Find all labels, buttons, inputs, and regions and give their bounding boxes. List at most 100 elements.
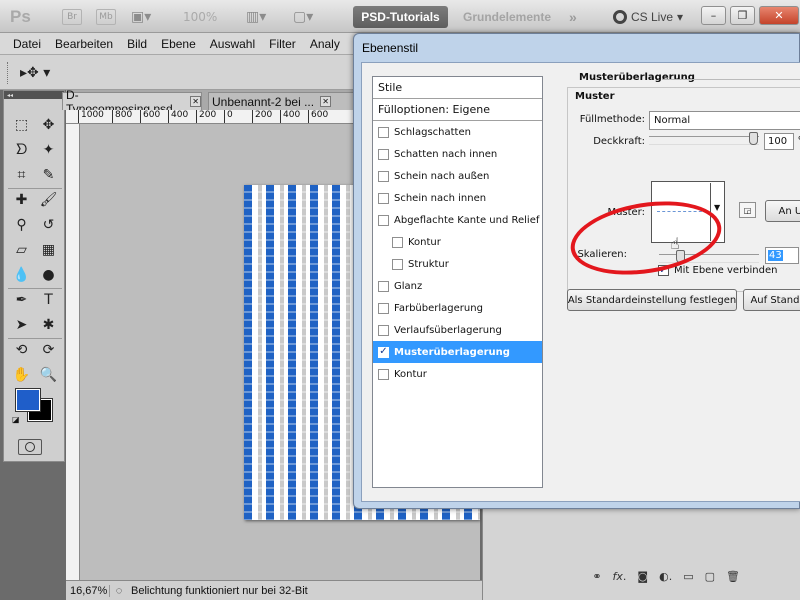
history-brush-tool-icon[interactable]: ↺ (35, 213, 62, 236)
checkbox[interactable] (378, 192, 389, 204)
screen-mode-icon[interactable]: ▢▾ (293, 0, 313, 33)
shape-tool-icon[interactable]: ✱ (35, 313, 62, 336)
minimize-button[interactable]: – (701, 6, 726, 25)
menu-auswahl[interactable]: Auswahl (203, 37, 262, 51)
mini-bridge-button[interactable]: Mb (96, 9, 116, 25)
checkbox[interactable] (378, 148, 389, 160)
adjustment-layer-icon[interactable]: ◐. (659, 570, 672, 583)
chevron-down-icon[interactable]: ▼ (714, 203, 720, 212)
new-preset-button[interactable]: ◲ (739, 202, 756, 218)
blend-mode-select[interactable]: Normal (649, 111, 800, 130)
make-default-button[interactable]: Als Standardeinstellung festlegen (567, 289, 737, 311)
status-message[interactable]: Belichtung funktioniert nur bei 32-Bit (128, 585, 308, 597)
dodge-tool-icon[interactable]: ● (35, 263, 62, 286)
style-item[interactable]: Glanz (373, 275, 542, 297)
checkbox[interactable] (378, 280, 389, 292)
style-item[interactable]: Kontur (373, 231, 542, 253)
checkbox[interactable] (392, 258, 403, 270)
restore-button[interactable]: ❐ (730, 6, 755, 25)
style-item[interactable]: Abgeflachte Kante und Relief (373, 209, 542, 231)
scale-input[interactable]: 43 (765, 247, 799, 264)
stamp-tool-icon[interactable]: ⚲ (8, 213, 35, 236)
cs-live-button[interactable]: CS Live ▾ (613, 0, 683, 33)
eyedropper-tool-icon[interactable]: ✎ (35, 163, 62, 186)
default-colors-icon[interactable]: ◪ (12, 415, 20, 424)
style-item[interactable]: Farbüberlagerung (373, 297, 542, 319)
3d-orbit-tool-icon[interactable]: ⟳ (35, 338, 62, 361)
menu-bild[interactable]: Bild (120, 37, 154, 51)
eraser-tool-icon[interactable]: ▱ (8, 238, 35, 261)
type-tool-icon[interactable]: T (35, 288, 62, 311)
close-button[interactable]: ✕ (759, 6, 799, 25)
quick-mask-button[interactable] (18, 439, 42, 455)
bridge-button[interactable]: Br (62, 9, 82, 25)
checkbox[interactable] (378, 368, 389, 380)
style-item[interactable]: ✓ Musterüberlagerung (373, 341, 542, 363)
link-layers-icon[interactable]: ⚭ (592, 570, 601, 583)
style-item[interactable]: Schein nach innen (373, 187, 542, 209)
style-item[interactable]: Struktur (373, 253, 542, 275)
doc-tab-unbenannt-2[interactable]: Unbenannt-2 bei ... ✕ (208, 92, 358, 110)
reset-to-default-button[interactable]: Auf Standa (743, 289, 800, 311)
checkbox[interactable] (378, 214, 389, 226)
path-select-tool-icon[interactable]: ➤ (8, 313, 35, 336)
lasso-tool-icon[interactable]: ᗤ (8, 138, 35, 161)
status-info-icon[interactable]: ◌ (110, 585, 128, 597)
menu-datei[interactable]: Datei (0, 37, 48, 51)
tools-panel-header[interactable]: ◂◂ (4, 91, 64, 99)
options-bar-grip[interactable] (7, 62, 10, 84)
layer-style-icon[interactable]: fx. (613, 570, 627, 583)
view-extras-icon[interactable]: ▣▾ (131, 0, 151, 33)
hand-tool-icon[interactable]: ✋ (8, 363, 35, 386)
brush-tool-icon[interactable]: 🖌 (35, 188, 62, 211)
checkbox[interactable]: ✓ (378, 346, 389, 358)
style-item[interactable]: Schlagschatten (373, 121, 542, 143)
pen-tool-icon[interactable]: ✒ (8, 288, 35, 311)
gradient-tool-icon[interactable]: ▦ (35, 238, 62, 261)
blur-tool-icon[interactable]: 💧 (8, 263, 35, 286)
checkbox[interactable] (378, 126, 389, 138)
checkbox[interactable] (392, 236, 403, 248)
move-tool-icon[interactable]: ✥ (35, 113, 62, 136)
zoom-level[interactable]: 100% (183, 0, 217, 33)
magic-wand-tool-icon[interactable]: ✦ (35, 138, 62, 161)
crop-tool-icon[interactable]: ⌗ (8, 163, 35, 186)
foreground-color-swatch[interactable] (15, 388, 41, 412)
3d-rotate-tool-icon[interactable]: ⟲ (8, 338, 35, 361)
zoom-tool-icon[interactable]: 🔍 (35, 363, 62, 386)
opacity-slider[interactable] (649, 132, 759, 145)
doc-tab-label: Unbenannt-2 bei ... (212, 94, 315, 109)
close-tab-icon[interactable]: ✕ (320, 96, 332, 107)
move-tool-preset-icon[interactable]: ▸✥ ▾ (20, 65, 50, 81)
opacity-slider-thumb[interactable] (749, 132, 758, 145)
layer-mask-icon[interactable]: ◙ (637, 570, 648, 583)
style-item[interactable]: Verlaufsüberlagerung (373, 319, 542, 341)
more-workspaces-button[interactable]: » (569, 0, 577, 33)
style-item[interactable]: Schein nach außen (373, 165, 542, 187)
style-item[interactable]: Kontur (373, 363, 542, 385)
style-item-label: Verlaufsüberlagerung (394, 324, 502, 336)
snap-to-origin-button[interactable]: An Urs (765, 200, 800, 222)
workspace-psd-tutorials[interactable]: PSD-Tutorials (353, 6, 448, 28)
styles-header[interactable]: Stile (373, 77, 542, 99)
new-group-icon[interactable]: ▭ (683, 570, 693, 583)
workspace-grundelemente[interactable]: Grundelemente (463, 0, 551, 33)
doc-tab-typocomposing[interactable]: D-Typocomposing.psd ✕ (62, 88, 202, 116)
checkbox[interactable] (378, 324, 389, 336)
opacity-input[interactable]: 100 (764, 133, 794, 150)
menu-analyse[interactable]: Analy (303, 37, 347, 51)
healing-tool-icon[interactable]: ✚ (8, 188, 35, 211)
arrange-documents-icon[interactable]: ▥▾ (246, 0, 266, 33)
checkbox[interactable] (378, 302, 389, 314)
marquee-tool-icon[interactable]: ⬚ (8, 113, 35, 136)
blend-options-item[interactable]: Fülloptionen: Eigene (373, 99, 542, 121)
style-item[interactable]: Schatten nach innen (373, 143, 542, 165)
close-tab-icon[interactable]: ✕ (190, 96, 201, 107)
checkbox[interactable] (378, 170, 389, 182)
delete-layer-icon[interactable]: 🗑 (726, 570, 740, 583)
menu-ebene[interactable]: Ebene (154, 37, 203, 51)
zoom-field[interactable]: 16,67% (66, 584, 110, 597)
menu-filter[interactable]: Filter (262, 37, 303, 51)
new-layer-icon[interactable]: ▢ (705, 570, 715, 583)
menu-bearbeiten[interactable]: Bearbeiten (48, 37, 120, 51)
